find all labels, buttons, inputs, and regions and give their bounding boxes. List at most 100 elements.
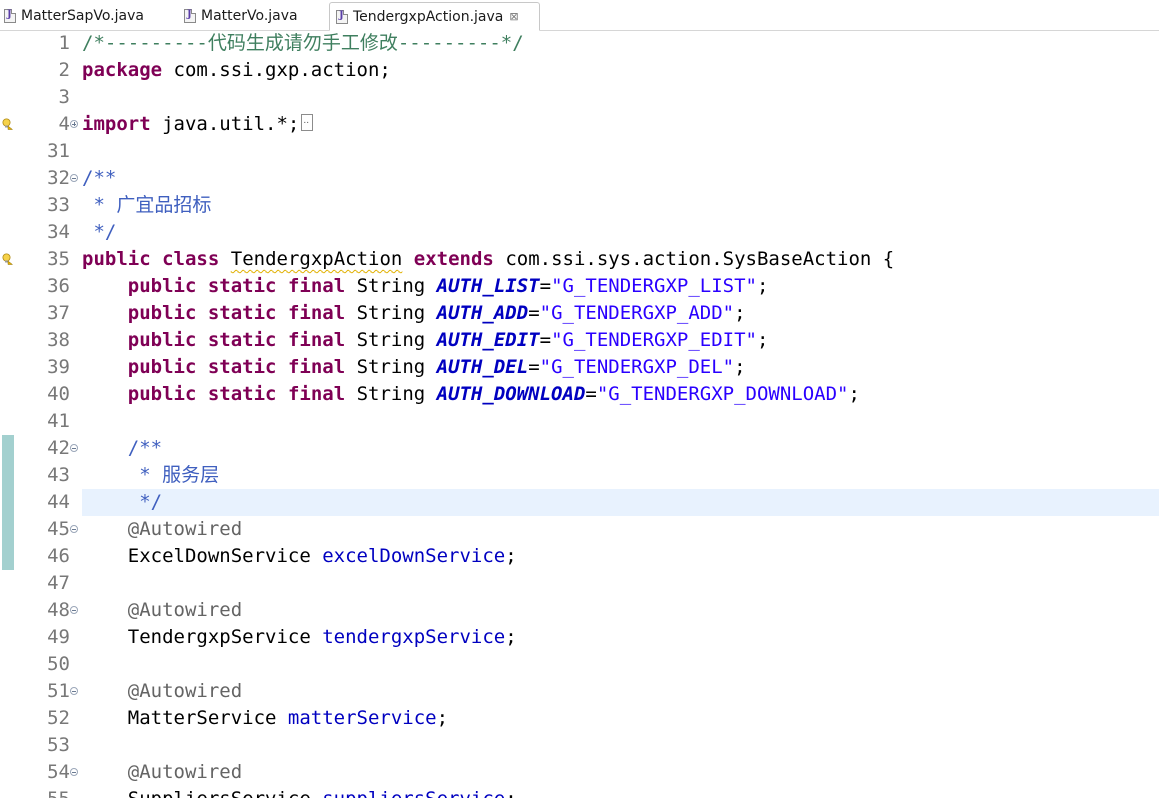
folded-code-icon[interactable]: [301, 114, 314, 131]
warning-lightbulb-icon[interactable]: [2, 118, 13, 130]
warning-lightbulb-icon[interactable]: [2, 253, 13, 265]
code-token: final: [287, 302, 346, 324]
code-token: excelDownService: [322, 545, 506, 567]
code-line[interactable]: 55 SuppliersService suppliersService;: [0, 786, 1159, 798]
code-line[interactable]: 34 */: [0, 219, 1159, 246]
line-number: 49: [47, 626, 70, 648]
code-text[interactable]: * 广宜品招标: [82, 192, 1159, 219]
tab-mattersapvo[interactable]: MatterSapVo.java: [4, 2, 144, 29]
fold-collapse-icon[interactable]: [70, 768, 78, 776]
code-text[interactable]: ExcelDownService excelDownService;: [82, 543, 1159, 570]
code-text[interactable]: @Autowired: [82, 678, 1159, 705]
code-line[interactable]: 31: [0, 138, 1159, 165]
code-text[interactable]: public class TendergxpAction extends com…: [82, 246, 1159, 273]
code-line[interactable]: 2 package com.ssi.gxp.action;: [0, 57, 1159, 84]
code-text[interactable]: * 服务层: [82, 462, 1159, 489]
code-text[interactable]: [82, 651, 1159, 678]
code-line[interactable]: 38 public static final String AUTH_EDIT=…: [0, 327, 1159, 354]
code-line[interactable]: 35 public class TendergxpAction extends c…: [0, 246, 1159, 273]
code-text[interactable]: [82, 570, 1159, 597]
code-line[interactable]: 3: [0, 84, 1159, 111]
code-line[interactable]: 49 TendergxpService tendergxpService;: [0, 624, 1159, 651]
code-line[interactable]: 44 */: [0, 489, 1159, 516]
code-text[interactable]: @Autowired: [82, 759, 1159, 786]
code-line[interactable]: 32 /**: [0, 165, 1159, 192]
code-line[interactable]: 37 public static final String AUTH_ADD="…: [0, 300, 1159, 327]
code-text[interactable]: /*---------代码生成请勿手工修改---------*/: [82, 31, 1159, 57]
code-text[interactable]: [82, 84, 1159, 111]
tab-label: TendergxpAction.java: [353, 8, 504, 25]
code-text[interactable]: public static final String AUTH_DOWNLOAD…: [82, 381, 1159, 408]
code-text[interactable]: /**: [82, 165, 1159, 192]
code-text[interactable]: package com.ssi.gxp.action;: [82, 57, 1159, 84]
code-line[interactable]: 45 @Autowired: [0, 516, 1159, 543]
code-text[interactable]: @Autowired: [82, 597, 1159, 624]
code-text[interactable]: public static final String AUTH_LIST="G_…: [82, 273, 1159, 300]
code-text[interactable]: [82, 732, 1159, 759]
code-text[interactable]: [82, 408, 1159, 435]
code-line[interactable]: 41: [0, 408, 1159, 435]
code-line[interactable]: 40 public static final String AUTH_DOWNL…: [0, 381, 1159, 408]
code-text[interactable]: /**: [82, 435, 1159, 462]
code-text[interactable]: public static final String AUTH_ADD="G_T…: [82, 300, 1159, 327]
code-text[interactable]: import java.util.*;: [82, 111, 1159, 138]
fold-collapse-icon[interactable]: [70, 687, 78, 695]
code-line[interactable]: 43 * 服务层: [0, 462, 1159, 489]
code-token: public: [127, 275, 197, 297]
fold-collapse-icon[interactable]: [70, 444, 78, 452]
code-text[interactable]: SuppliersService suppliersService;: [82, 786, 1159, 798]
tab-mattervo[interactable]: MatterVo.java: [184, 2, 298, 29]
code-token: "G_TENDERGXP_DEL": [539, 356, 735, 378]
code-token: MatterService: [82, 707, 288, 729]
code-token: ;: [848, 383, 860, 405]
code-text[interactable]: */: [82, 219, 1159, 246]
code-text[interactable]: [82, 138, 1159, 165]
java-file-icon: [184, 8, 196, 23]
code-token: ;: [505, 788, 516, 798]
code-token: com.ssi.gxp.action;: [162, 59, 391, 81]
code-line[interactable]: 47: [0, 570, 1159, 597]
fold-collapse-icon[interactable]: [70, 525, 78, 533]
code-line[interactable]: 50: [0, 651, 1159, 678]
code-line[interactable]: 48 @Autowired: [0, 597, 1159, 624]
code-line[interactable]: 53: [0, 732, 1159, 759]
code-text[interactable]: */: [82, 489, 1159, 516]
code-text[interactable]: @Autowired: [82, 516, 1159, 543]
tab-tendergxpaction[interactable]: TendergxpAction.java ⊠: [329, 2, 540, 31]
code-line[interactable]: 42 /**: [0, 435, 1159, 462]
line-number: 39: [47, 356, 70, 378]
fold-collapse-icon[interactable]: [70, 606, 78, 614]
code-text[interactable]: MatterService matterService;: [82, 705, 1159, 732]
code-line[interactable]: 39 public static final String AUTH_DEL="…: [0, 354, 1159, 381]
code-token: @Autowired: [127, 518, 243, 540]
code-text[interactable]: public static final String AUTH_DEL="G_T…: [82, 354, 1159, 381]
code-token: =: [585, 383, 597, 405]
close-icon[interactable]: ⊠: [509, 10, 518, 23]
code-token: ;: [756, 329, 769, 351]
line-number: 45: [47, 518, 70, 540]
code-token: public: [127, 302, 197, 324]
code-editor[interactable]: 1 /*---------代码生成请勿手工修改---------*/ 2 packag…: [0, 31, 1159, 798]
code-line[interactable]: 46 ExcelDownService excelDownService;: [0, 543, 1159, 570]
line-number: 51: [47, 680, 70, 702]
code-token: TendergxpService: [82, 626, 323, 648]
code-text[interactable]: public static final String AUTH_EDIT="G_…: [82, 327, 1159, 354]
fold-collapse-icon[interactable]: [70, 174, 78, 182]
code-line[interactable]: 4 import java.util.*;: [0, 111, 1159, 138]
line-number: 33: [47, 194, 70, 216]
line-number: 31: [47, 140, 70, 162]
code-line[interactable]: 52 MatterService matterService;: [0, 705, 1159, 732]
code-line[interactable]: 1 /*---------代码生成请勿手工修改---------*/: [0, 31, 1159, 57]
code-line[interactable]: 33 * 广宜品招标: [0, 192, 1159, 219]
code-line[interactable]: 51 @Autowired: [0, 678, 1159, 705]
code-line[interactable]: 36 public static final String AUTH_LIST=…: [0, 273, 1159, 300]
code-line[interactable]: 54 @Autowired: [0, 759, 1159, 786]
fold-expand-icon[interactable]: [70, 120, 78, 128]
code-text[interactable]: TendergxpService tendergxpService;: [82, 624, 1159, 651]
